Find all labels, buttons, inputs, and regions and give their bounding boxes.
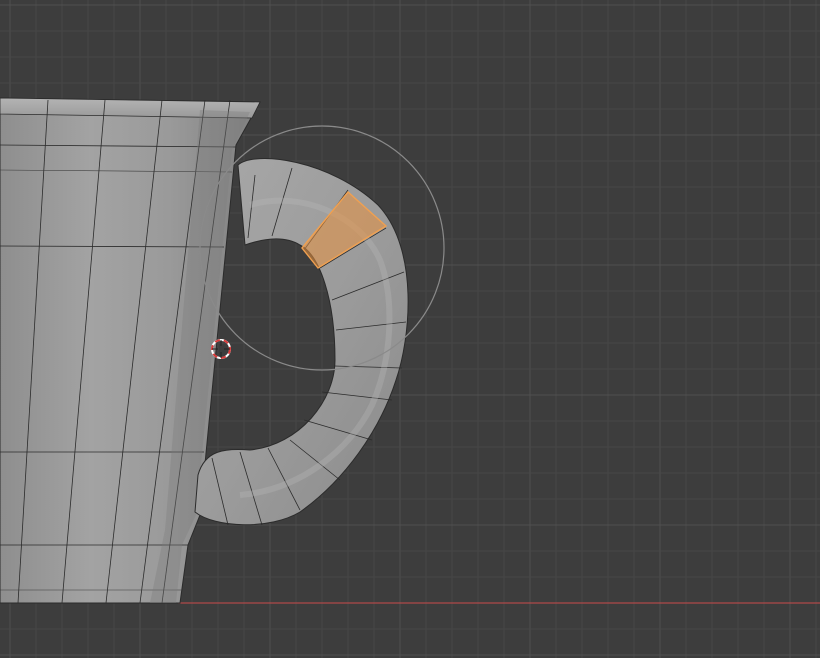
cup-body[interactable] <box>0 97 261 604</box>
3d-cursor-icon[interactable] <box>211 339 231 359</box>
3d-viewport[interactable] <box>0 0 820 658</box>
viewport-canvas[interactable] <box>0 0 820 658</box>
